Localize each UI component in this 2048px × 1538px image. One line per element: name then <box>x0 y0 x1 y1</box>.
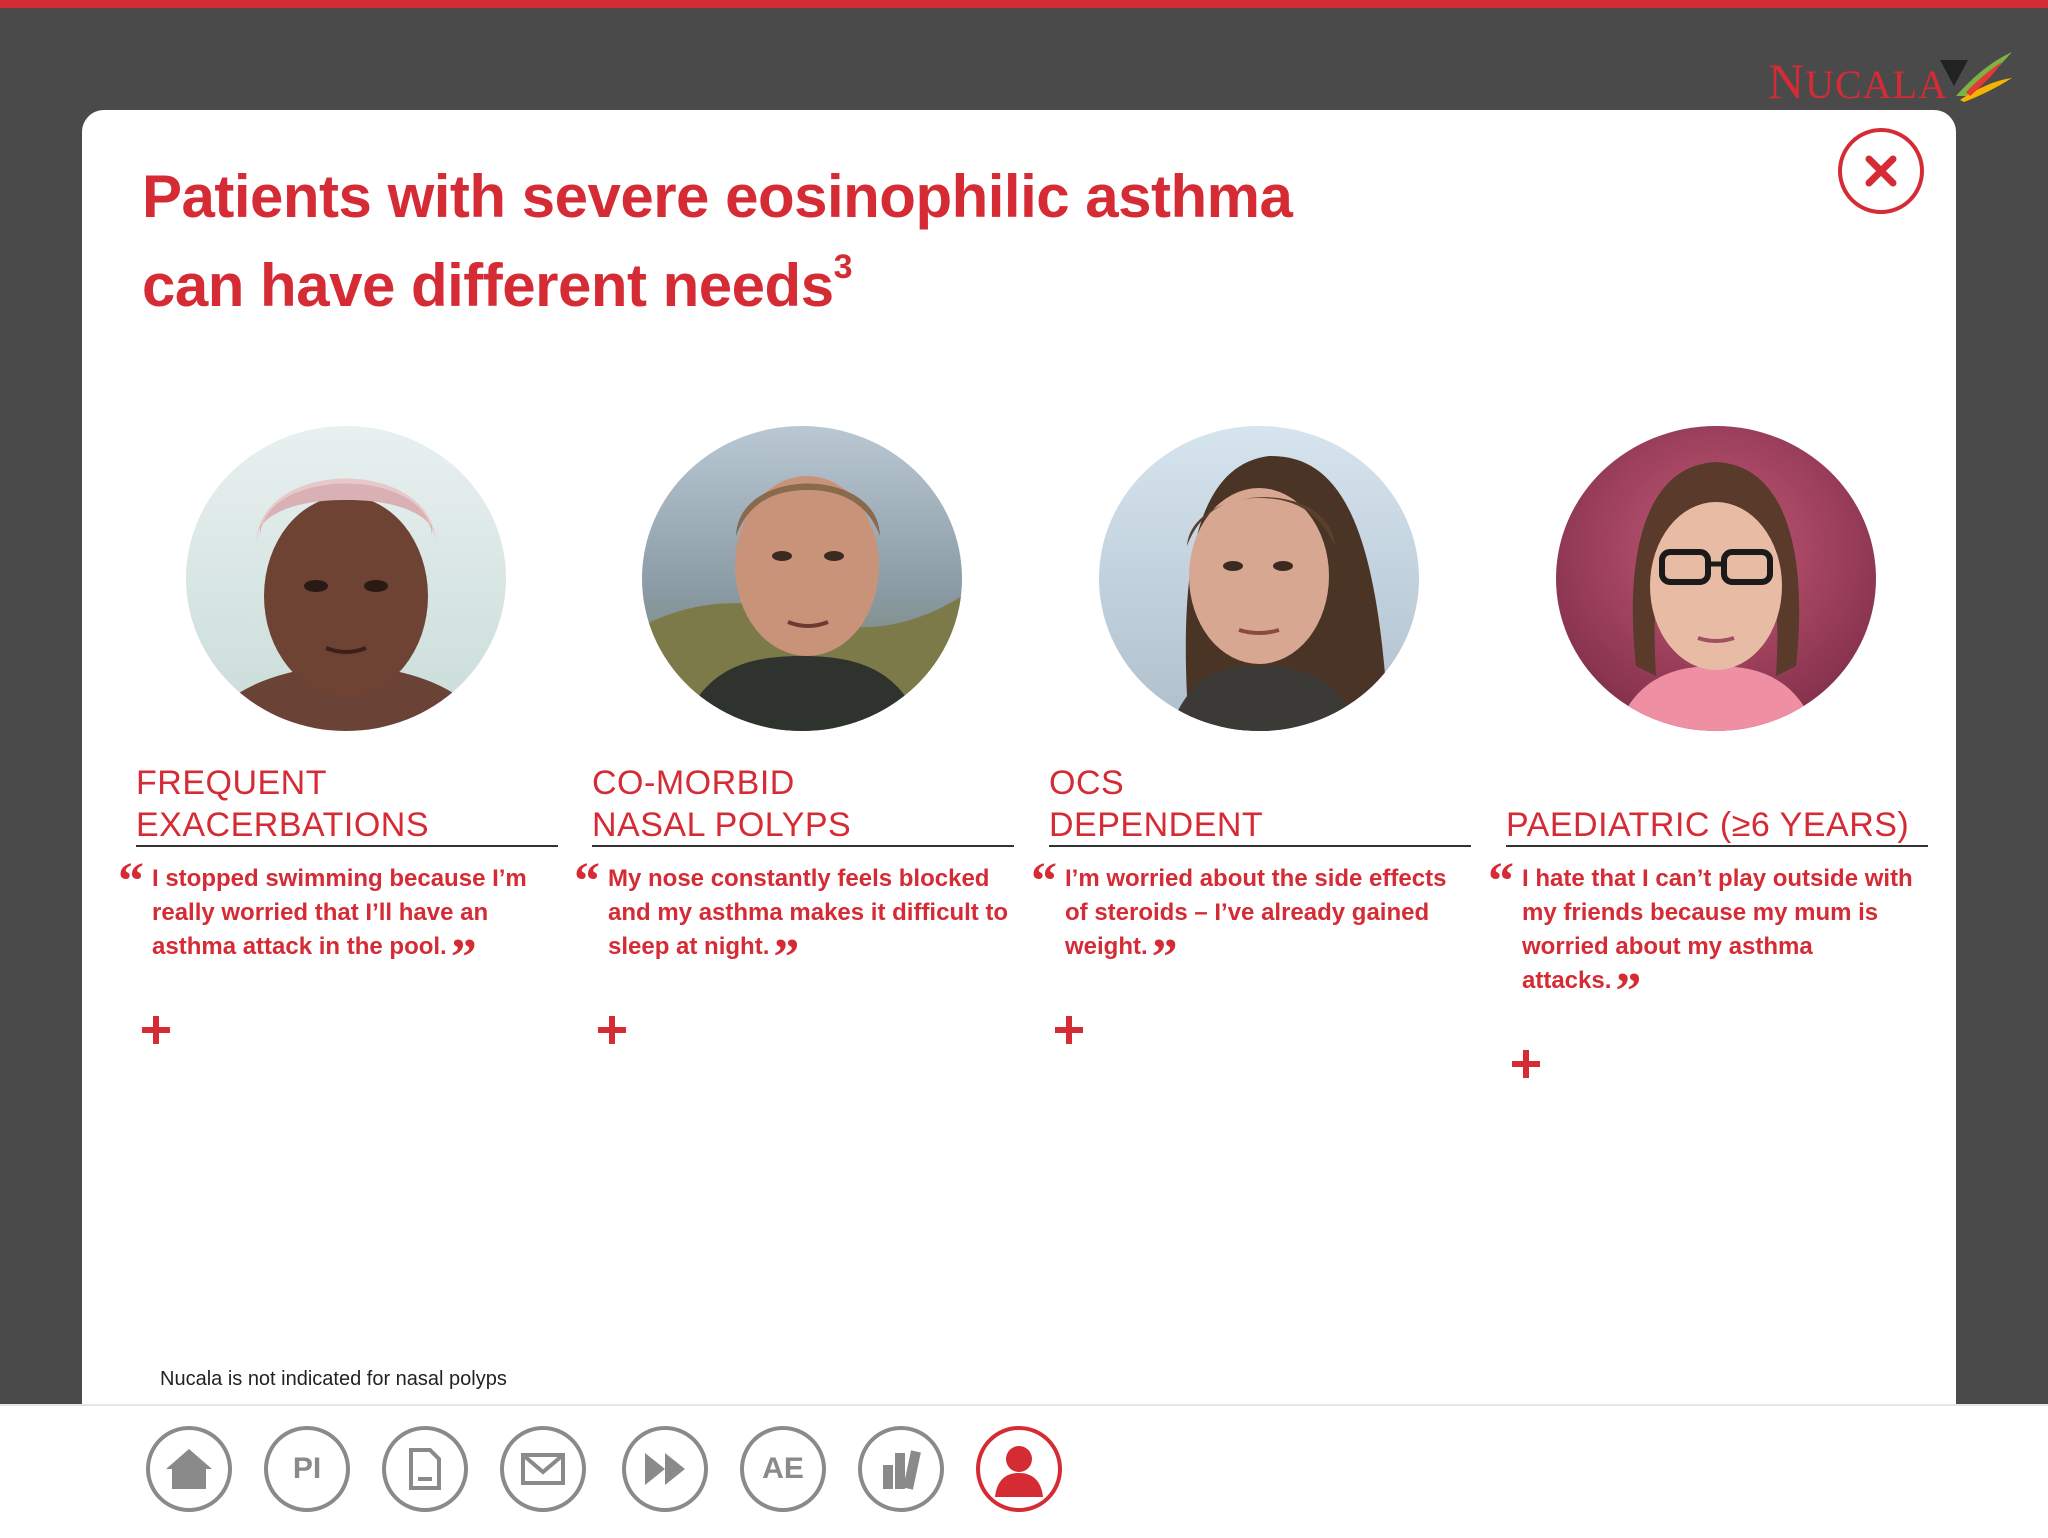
patient-card-nasal-polyps: CO-MORBID NASAL POLYPS “ My nose constan… <box>574 426 1048 1066</box>
category-divider <box>1506 845 1928 847</box>
patient-card-paediatric: PAEDIATRIC (≥6 YEARS) “ I hate that I ca… <box>1488 426 1962 1078</box>
email-button[interactable] <box>500 1426 586 1512</box>
page-title: Patients with severe eosinophilic asthma… <box>142 162 1762 321</box>
category-divider <box>1049 845 1471 847</box>
logo-leaf-icon <box>1940 52 2012 102</box>
close-button[interactable] <box>1838 128 1924 214</box>
ae-label: AE <box>762 1452 804 1485</box>
category-line-1: OCS <box>1049 764 1125 802</box>
fast-forward-icon <box>645 1453 685 1485</box>
expand-plus-button[interactable] <box>592 1010 632 1050</box>
category-title: FREQUENT EXACERBATIONS <box>136 746 558 846</box>
patient-photo-swimmer <box>186 426 506 731</box>
fast-forward-button[interactable] <box>622 1426 708 1512</box>
title-line-2: can have different needs3 <box>142 232 1762 321</box>
logo-wordmark: NUCALA <box>1768 53 1948 109</box>
category-line-2: EXACERBATIONS <box>136 806 430 844</box>
close-quote-icon: ” <box>450 929 477 986</box>
category-divider <box>592 845 1014 847</box>
quote-text: My nose constantly feels blocked and my … <box>608 865 1009 960</box>
close-quote-icon: ” <box>773 929 800 986</box>
patient-card-ocs-dependent: OCS DEPENDENT “ I’m worried about the si… <box>1031 426 1505 1066</box>
category-line-2: DEPENDENT <box>1049 806 1264 844</box>
open-quote-icon: “ <box>1488 853 1514 910</box>
expand-plus-button[interactable] <box>136 1010 176 1050</box>
home-button[interactable] <box>146 1426 232 1512</box>
patient-quote: “ My nose constantly feels blocked and m… <box>574 856 1018 984</box>
patient-card-frequent-exacerbations: FREQUENT EXACERBATIONS “ I stopped swimm… <box>118 426 592 1066</box>
quote-text: I hate that I can’t play outside with my… <box>1522 865 1913 994</box>
category-line-2: NASAL POLYPS <box>592 806 852 844</box>
bottom-navigation-bar: PI AE <box>0 1404 2048 1538</box>
open-quote-icon: “ <box>118 853 144 910</box>
adverse-event-button[interactable]: AE <box>740 1426 826 1512</box>
title-line-1: Patients with severe eosinophilic asthma <box>142 163 1293 230</box>
category-title: OCS DEPENDENT <box>1049 746 1471 846</box>
patient-photo-woman <box>1099 426 1419 731</box>
close-icon <box>1865 155 1897 187</box>
patient-photo-man <box>642 426 962 731</box>
category-title: PAEDIATRIC (≥6 YEARS) <box>1506 746 1928 846</box>
category-line-1: CO-MORBID <box>592 764 795 802</box>
document-icon <box>409 1448 441 1490</box>
document-button[interactable] <box>382 1426 468 1512</box>
title-line-2-text: can have different needs <box>142 252 834 319</box>
open-quote-icon: “ <box>1031 853 1057 910</box>
expand-plus-button[interactable] <box>1506 1044 1546 1084</box>
prescribing-information-button[interactable]: PI <box>264 1426 350 1512</box>
quote-text: I’m worried about the side effects of st… <box>1065 865 1447 960</box>
home-icon <box>166 1449 212 1489</box>
category-line-2: PAEDIATRIC (≥6 YEARS) <box>1506 806 1910 844</box>
category-title: CO-MORBID NASAL POLYPS <box>592 746 1014 846</box>
patient-quote: “ I hate that I can’t play outside with … <box>1488 856 1932 1018</box>
category-divider <box>136 845 558 847</box>
category-line-1: FREQUENT <box>136 764 327 802</box>
profile-icon <box>995 1446 1043 1497</box>
close-quote-icon: ” <box>1151 929 1178 986</box>
expand-plus-button[interactable] <box>1049 1010 1089 1050</box>
email-icon <box>521 1453 565 1485</box>
profile-button[interactable] <box>976 1426 1062 1512</box>
patient-quote: “ I’m worried about the side effects of … <box>1031 856 1475 984</box>
footnote: Nucala is not indicated for nasal polyps <box>160 1368 507 1390</box>
open-quote-icon: “ <box>574 853 600 910</box>
patient-needs-modal: Patients with severe eosinophilic asthma… <box>82 110 1956 1450</box>
patient-quote: “ I stopped swimming because I’m really … <box>118 856 562 984</box>
library-button[interactable] <box>858 1426 944 1512</box>
nucala-logo: NUCALA <box>1768 48 2016 112</box>
patient-photo-girl <box>1556 426 1876 731</box>
title-reference: 3 <box>833 248 853 286</box>
library-icon <box>883 1450 921 1490</box>
top-accent-stripe <box>0 0 2048 8</box>
pi-label: PI <box>292 1452 322 1485</box>
close-quote-icon: ” <box>1615 963 1642 1020</box>
